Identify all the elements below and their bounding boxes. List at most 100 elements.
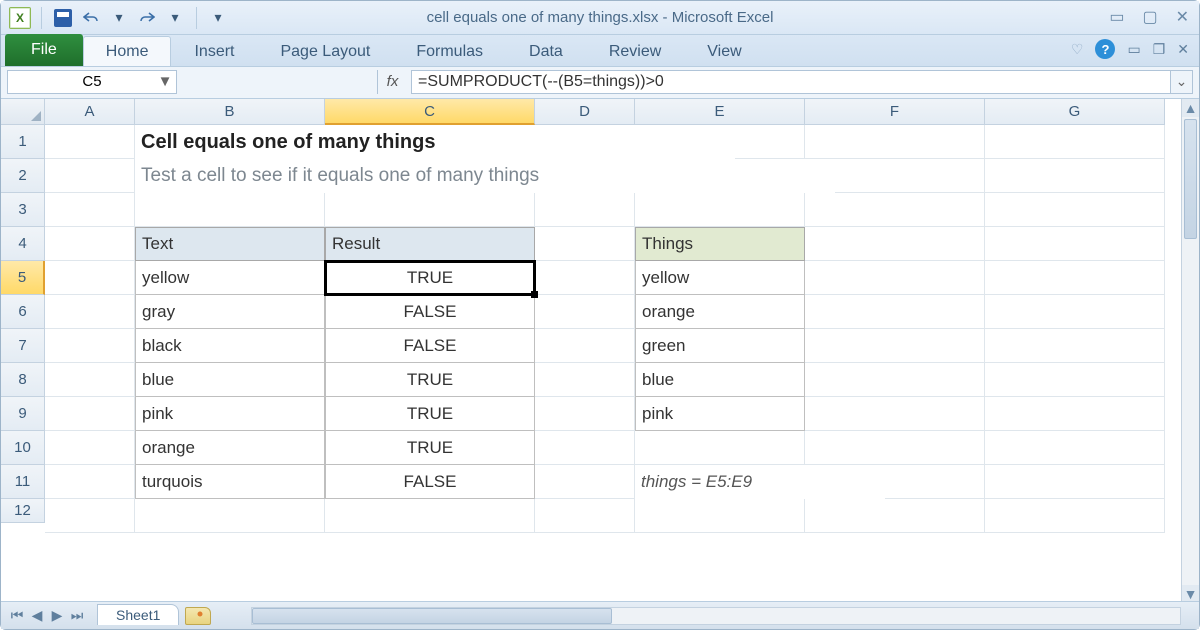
cell-bg[interactable] [805, 125, 985, 159]
cell-bg[interactable] [45, 295, 135, 329]
cell-bg[interactable] [535, 363, 635, 397]
row-header-5[interactable]: 5 [1, 261, 45, 295]
formula-expand[interactable]: ⌄ [1171, 70, 1193, 94]
cell[interactable]: Result [325, 227, 535, 261]
cell-bg[interactable] [45, 193, 135, 227]
row-header-6[interactable]: 6 [1, 295, 45, 329]
row-header-10[interactable]: 10 [1, 431, 45, 465]
cell-bg[interactable] [985, 363, 1165, 397]
cell-bg[interactable] [985, 125, 1165, 159]
cell-bg[interactable] [635, 499, 805, 533]
cell-bg[interactable] [805, 431, 985, 465]
col-header-A[interactable]: A [45, 99, 135, 125]
tab-data[interactable]: Data [506, 36, 586, 66]
cell-bg[interactable] [535, 431, 635, 465]
col-header-F[interactable]: F [805, 99, 985, 125]
cell[interactable]: TRUE [325, 431, 535, 465]
cell[interactable]: blue [635, 363, 805, 397]
cell-bg[interactable] [985, 329, 1165, 363]
cell-bg[interactable] [45, 465, 135, 499]
horizontal-scrollbar[interactable] [251, 607, 1181, 625]
row-header-8[interactable]: 8 [1, 363, 45, 397]
cell[interactable]: FALSE [325, 465, 535, 499]
tab-formulas[interactable]: Formulas [393, 36, 506, 66]
cell-bg[interactable] [985, 465, 1165, 499]
tab-home[interactable]: Home [83, 36, 172, 66]
cell[interactable]: TRUE [325, 397, 535, 431]
cell-bg[interactable] [535, 329, 635, 363]
undo-button[interactable] [80, 7, 102, 29]
undo-dropdown[interactable]: ▾ [108, 7, 130, 29]
row-header-1[interactable]: 1 [1, 125, 45, 159]
vertical-scrollbar[interactable]: ▲ ▼ [1181, 99, 1199, 603]
row-header-2[interactable]: 2 [1, 159, 45, 193]
col-header-E[interactable]: E [635, 99, 805, 125]
cell-bg[interactable] [45, 261, 135, 295]
cell[interactable]: black [135, 329, 325, 363]
cell-bg[interactable] [635, 431, 805, 465]
cell-grid[interactable]: Cell equals one of many thingsTest a cel… [45, 125, 1181, 603]
cell-bg[interactable] [985, 295, 1165, 329]
cell-bg[interactable] [805, 329, 985, 363]
cell[interactable]: FALSE [325, 295, 535, 329]
new-sheet-button[interactable] [185, 607, 211, 625]
cell-bg[interactable] [45, 227, 135, 261]
cell-bg[interactable] [535, 397, 635, 431]
col-header-B[interactable]: B [135, 99, 325, 125]
file-tab[interactable]: File [5, 34, 83, 66]
sheet-tab[interactable]: Sheet1 [97, 604, 179, 625]
cell-bg[interactable] [985, 261, 1165, 295]
tab-review[interactable]: Review [586, 36, 684, 66]
cell-bg[interactable] [805, 227, 985, 261]
cell[interactable]: orange [635, 295, 805, 329]
col-header-C[interactable]: C [325, 99, 535, 125]
cell[interactable]: Things [635, 227, 805, 261]
redo-button[interactable] [136, 7, 158, 29]
cell-bg[interactable] [985, 159, 1165, 193]
scroll-up-button[interactable]: ▲ [1182, 99, 1199, 117]
save-button[interactable] [52, 7, 74, 29]
cell-bg[interactable] [535, 261, 635, 295]
cell-bg[interactable] [805, 499, 985, 533]
ribbon-min-heart-icon[interactable]: ♡ [1071, 41, 1084, 58]
cell-bg[interactable] [45, 125, 135, 159]
sheet-first-button[interactable]: ⏮ [7, 606, 27, 626]
sheet-prev-button[interactable]: ◀ [27, 606, 47, 626]
cell-bg[interactable] [805, 261, 985, 295]
cell-bg[interactable] [535, 465, 635, 499]
maximize-button[interactable]: ▢ [1142, 7, 1157, 27]
minimize-button[interactable]: ▭ [1109, 7, 1124, 27]
name-box-dropdown[interactable]: ▼ [156, 73, 174, 91]
close-button[interactable]: ✕ [1176, 7, 1189, 27]
cell-bg[interactable] [135, 193, 325, 227]
subtitle-cell[interactable]: Test a cell to see if it equals one of m… [135, 159, 835, 193]
row-header-11[interactable]: 11 [1, 465, 45, 499]
cell[interactable]: blue [135, 363, 325, 397]
cell[interactable]: green [635, 329, 805, 363]
cell-bg[interactable] [325, 499, 535, 533]
select-all-corner[interactable] [1, 99, 45, 125]
col-header-G[interactable]: G [985, 99, 1165, 125]
row-header-9[interactable]: 9 [1, 397, 45, 431]
row-header-4[interactable]: 4 [1, 227, 45, 261]
cell[interactable]: Text [135, 227, 325, 261]
cell-bg[interactable] [135, 499, 325, 533]
formula-input[interactable]: =SUMPRODUCT(--(B5=things))>0 [411, 70, 1171, 94]
cell[interactable]: gray [135, 295, 325, 329]
ribbon-close-icon[interactable]: ✕ [1177, 41, 1189, 58]
hscroll-thumb[interactable] [252, 608, 612, 624]
help-button[interactable]: ? [1095, 39, 1115, 59]
row-header-12[interactable]: 12 [1, 499, 45, 523]
cell-bg[interactable] [985, 193, 1165, 227]
cell-bg[interactable] [45, 499, 135, 533]
cell-bg[interactable] [535, 227, 635, 261]
cell-bg[interactable] [325, 193, 535, 227]
sheet-next-button[interactable]: ▶ [47, 606, 67, 626]
cell-bg[interactable] [535, 193, 635, 227]
cell-bg[interactable] [45, 397, 135, 431]
cell[interactable]: FALSE [325, 329, 535, 363]
cell-bg[interactable] [45, 159, 135, 193]
cell-bg[interactable] [535, 295, 635, 329]
cell-bg[interactable] [535, 499, 635, 533]
tab-page-layout[interactable]: Page Layout [257, 36, 393, 66]
